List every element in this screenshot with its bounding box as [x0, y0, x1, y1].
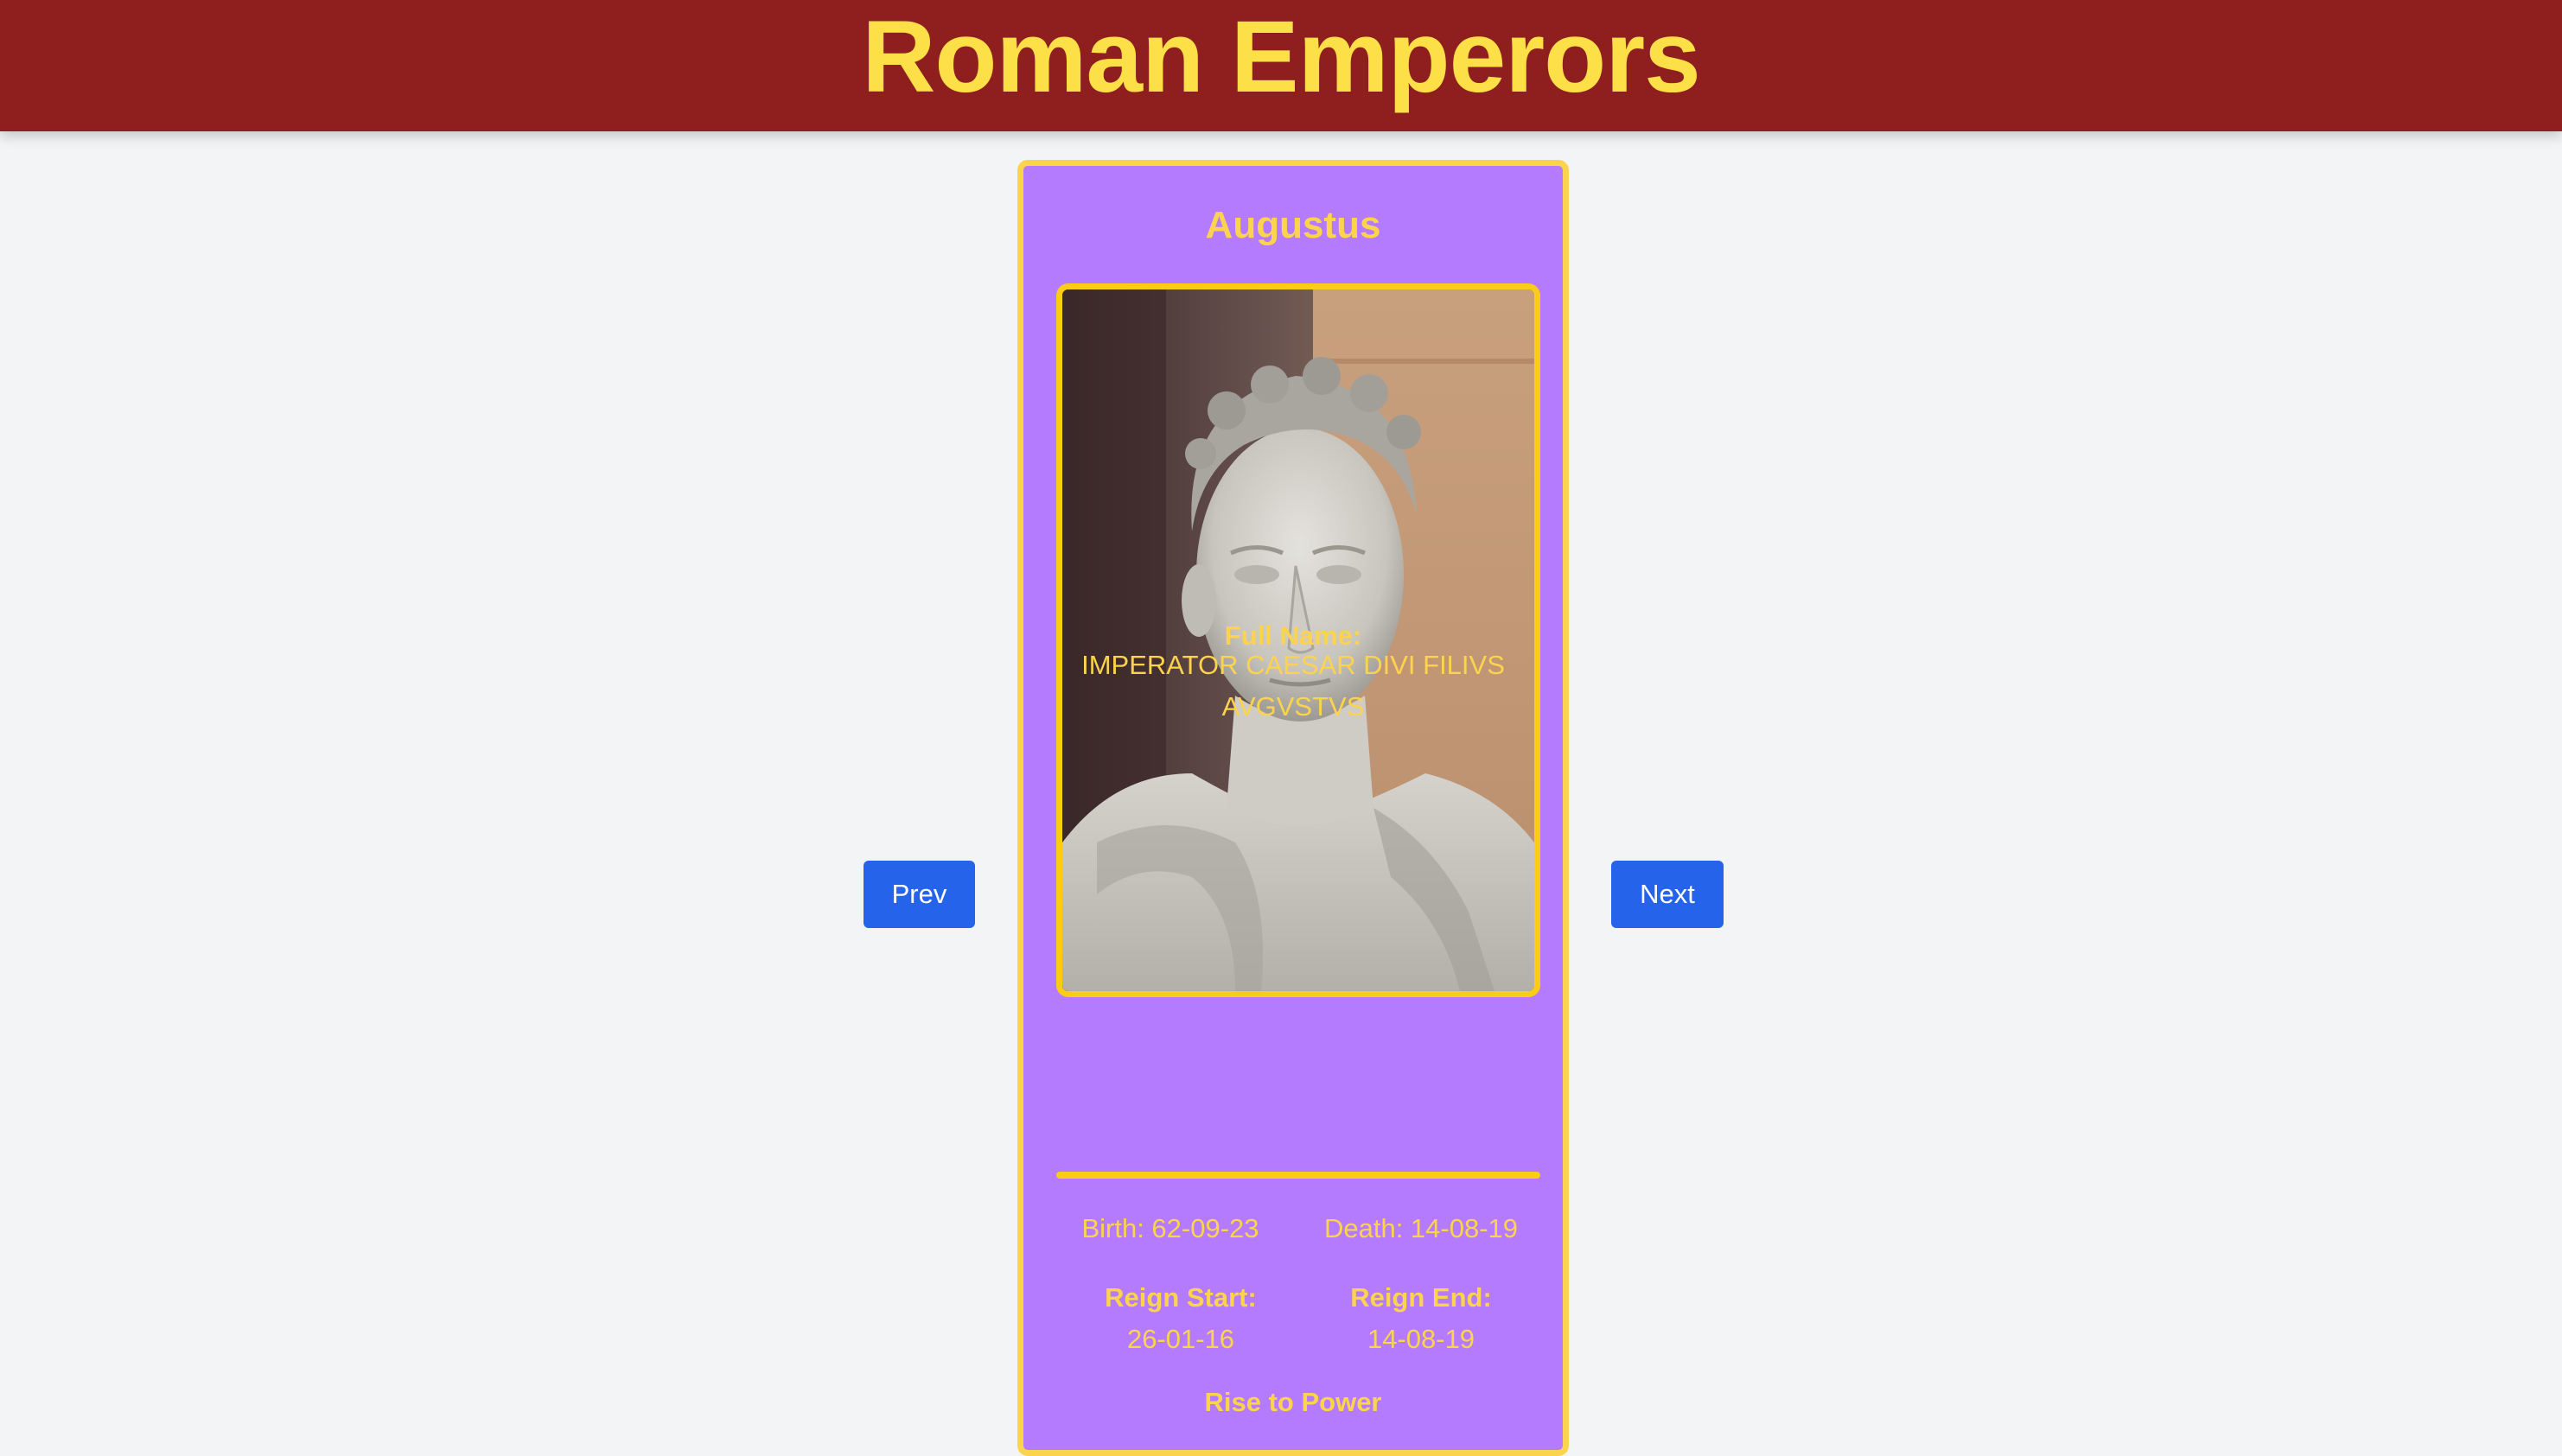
full-name-line-1: IMPERATOR CAESAR DIVI FILIVS	[1081, 650, 1505, 680]
reign-end-date: 14-08-19	[1367, 1324, 1475, 1354]
rise-to-power-label: Rise to Power	[1204, 1387, 1382, 1417]
reign-start-date: 26-01-16	[1126, 1324, 1235, 1354]
birth-date: Birth: 62-09-23	[1081, 1213, 1259, 1243]
section-divider	[1056, 1172, 1540, 1179]
app-header: Roman Emperors	[0, 0, 2562, 131]
emperor-name: Augustus	[1205, 204, 1381, 246]
next-button[interactable]: Next	[1611, 861, 1724, 928]
death-date: Death: 14-08-19	[1323, 1213, 1519, 1243]
reign-start-label: Reign Start:	[1105, 1282, 1257, 1313]
page-title: Roman Emperors	[862, 0, 1701, 114]
full-name-line-2: AVGVSTVS	[1221, 691, 1365, 722]
prev-button[interactable]: Prev	[864, 861, 975, 928]
emperor-card: Augustus Full Name: IMPERATOR CAESAR DIV…	[1017, 160, 1569, 1456]
reign-end-label: Reign End:	[1350, 1282, 1492, 1313]
